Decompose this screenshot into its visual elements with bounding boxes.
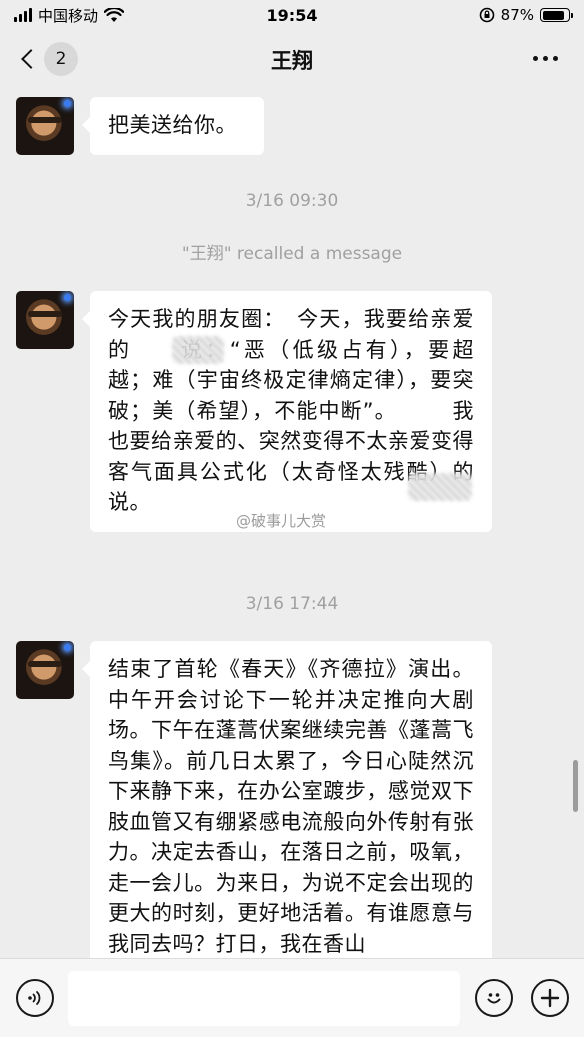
avatar[interactable] — [16, 97, 74, 155]
emoji-button[interactable] — [475, 979, 513, 1017]
status-left: 中国移动 — [14, 5, 125, 26]
chevron-left-icon — [21, 49, 41, 69]
avatar[interactable] — [16, 641, 74, 699]
message-row: 把美送给你。 — [16, 97, 264, 155]
message-text: 结束了首轮《春天》《齐德拉》演出。中午开会讨论下一轮并决定推向大剧场。下午在蓬蒿… — [108, 657, 474, 956]
battery-percent: 87% — [500, 6, 534, 24]
plus-icon — [540, 988, 560, 1008]
battery-icon — [540, 8, 573, 22]
message-input[interactable] — [68, 971, 460, 1026]
voice-icon — [28, 991, 41, 1005]
voice-button[interactable] — [16, 979, 54, 1017]
message-bubble[interactable]: 今天我的朋友圈： 今天，我要给亲爱的 说：“恶（低级占有），要超越；难（宇宙终极… — [82, 291, 517, 532]
watermark: @破事儿大赏 — [236, 512, 327, 530]
emoji-icon — [487, 993, 501, 1004]
recall-notice: "王翔" recalled a message — [181, 244, 403, 264]
signal-icon — [14, 8, 32, 22]
add-button[interactable] — [531, 979, 569, 1017]
unread-badge: 2 — [44, 42, 78, 76]
more-options-button[interactable] — [533, 56, 558, 61]
chat-title: 王翔 — [271, 49, 313, 73]
dot-icon — [533, 56, 538, 61]
message-row: 今天我的朋友圈： 今天，我要给亲爱的 说：“恶（低级占有），要超越；难（宇宙终极… — [16, 291, 517, 532]
input-bar — [0, 958, 584, 1037]
dot-icon — [543, 56, 548, 61]
status-bar: 中国移动 19:54 87% — [0, 0, 584, 30]
battery-level — [542, 10, 565, 20]
chat-area[interactable]: 把美送给你。 3/16 09:30 "王翔" recalled a messag… — [0, 90, 584, 958]
message-row: 结束了首轮《春天》《齐德拉》演出。中午开会讨论下一轮并决定推向大剧场。下午在蓬蒿… — [16, 641, 492, 958]
timestamp-label: 3/16 09:30 — [245, 191, 339, 211]
dot-icon — [553, 56, 558, 61]
message-text: 把美送给你。 — [108, 113, 237, 137]
timestamp-label: 3/16 17:44 — [245, 594, 339, 614]
censor-blur — [408, 473, 472, 501]
message-bubble[interactable]: 结束了首轮《春天》《齐德拉》演出。中午开会讨论下一轮并决定推向大剧场。下午在蓬蒿… — [82, 641, 492, 958]
avatar[interactable] — [16, 291, 74, 349]
status-right: 87% — [479, 6, 573, 24]
rotation-lock-icon — [479, 7, 494, 23]
wifi-icon — [104, 7, 125, 22]
nav-bar: 2 王翔 — [0, 30, 584, 90]
censor-blur — [172, 336, 224, 364]
back-button[interactable]: 2 — [16, 42, 78, 76]
scrollbar[interactable] — [573, 760, 578, 812]
carrier-label: 中国移动 — [38, 6, 99, 25]
message-bubble[interactable]: 把美送给你。 — [82, 97, 264, 155]
